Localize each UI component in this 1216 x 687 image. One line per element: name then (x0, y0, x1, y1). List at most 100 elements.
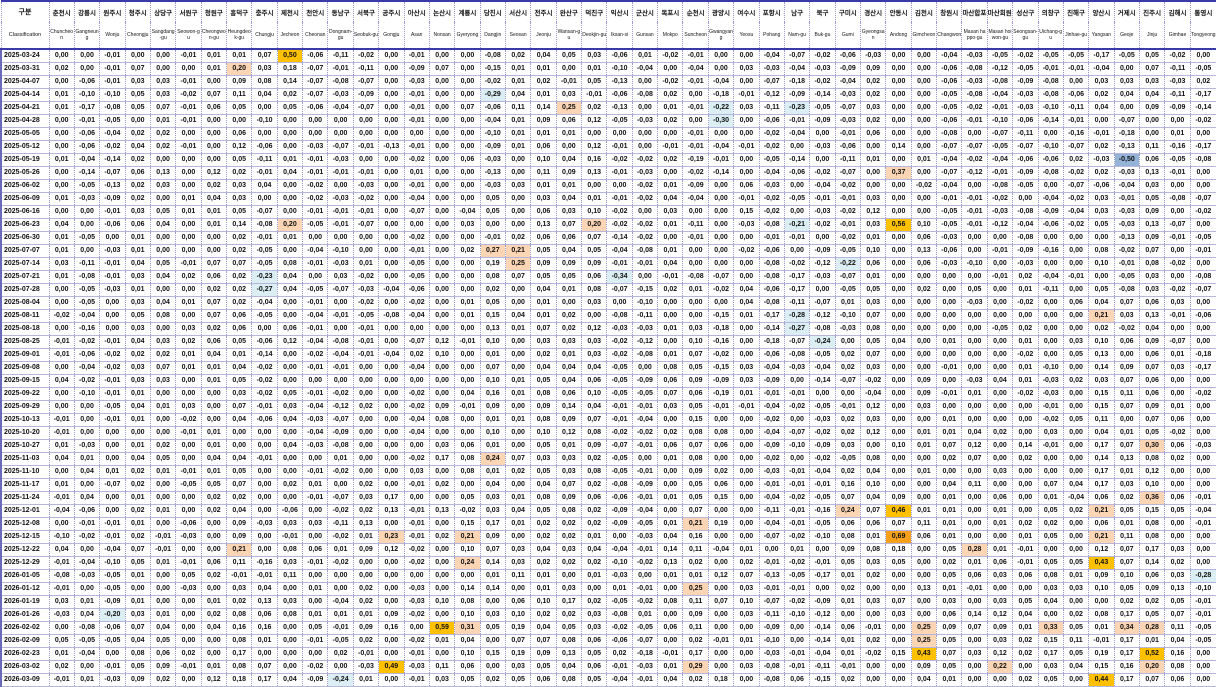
value-cell[interactable]: 0,02 (581, 595, 607, 609)
value-cell[interactable]: 0,02 (530, 556, 557, 570)
value-cell[interactable]: -0,07 (783, 426, 810, 440)
value-cell[interactable]: -0,02 (403, 452, 430, 466)
value-cell[interactable]: 0,00 (302, 270, 328, 284)
value-cell[interactable]: 0,01 (99, 465, 126, 479)
value-cell[interactable]: -0,02 (783, 491, 810, 505)
value-cell[interactable]: 0,05 (1062, 348, 1089, 362)
value-cell[interactable]: 0,00 (428, 543, 455, 557)
value-cell[interactable]: 0,17 (1113, 673, 1140, 687)
value-cell[interactable]: -0,01 (733, 192, 760, 206)
value-cell[interactable]: 0,00 (99, 647, 126, 661)
value-cell[interactable]: 0,00 (378, 127, 405, 141)
value-cell[interactable]: -0,02 (606, 621, 633, 635)
value-cell[interactable]: 0,14 (479, 556, 506, 570)
value-cell[interactable]: -0,19 (707, 387, 734, 401)
row-date-cell[interactable]: 2025-08-04 (0, 296, 49, 310)
value-cell[interactable]: 0,00 (885, 582, 912, 596)
value-cell[interactable]: 0,15 (1037, 634, 1064, 648)
value-cell[interactable]: -0,05 (606, 114, 633, 128)
value-cell[interactable]: 0,00 (479, 660, 506, 674)
value-cell[interactable]: -0,04 (809, 179, 836, 193)
value-cell[interactable]: 0,12 (707, 569, 734, 583)
value-cell[interactable]: 0,17 (1088, 465, 1115, 479)
value-cell[interactable]: -0,01 (302, 634, 328, 648)
value-cell[interactable]: 0,00 (504, 478, 531, 492)
value-cell[interactable]: 0,11 (682, 621, 709, 635)
value-cell[interactable]: 0,00 (175, 491, 202, 505)
value-cell[interactable]: 0,02 (1138, 595, 1165, 609)
value-cell[interactable]: -0,07 (834, 270, 861, 284)
value-cell[interactable]: 0,00 (986, 231, 1013, 245)
row-date-cell[interactable]: 2025-12-08 (0, 517, 49, 531)
value-cell[interactable]: -0,08 (1113, 283, 1140, 297)
value-cell[interactable]: 0,04 (124, 634, 151, 648)
value-cell[interactable]: 0,17 (226, 647, 252, 661)
value-cell[interactable]: -0,03 (834, 322, 861, 336)
value-cell[interactable]: -0,02 (1012, 387, 1039, 401)
value-cell[interactable]: 0,11 (226, 88, 252, 102)
column-header-ko[interactable]: 군산시 (631, 0, 658, 22)
value-cell[interactable]: 0,03 (986, 634, 1013, 648)
value-cell[interactable]: 0,00 (606, 530, 633, 544)
value-cell[interactable]: 0,16 (1164, 647, 1191, 661)
value-cell[interactable]: -0,05 (175, 478, 202, 492)
value-cell[interactable]: 0,01 (1088, 621, 1115, 635)
value-cell[interactable]: 0,16 (682, 530, 709, 544)
value-cell[interactable]: 0,00 (733, 257, 760, 271)
value-cell[interactable]: 0,05 (479, 296, 506, 310)
value-cell[interactable]: 0,05 (479, 621, 506, 635)
value-cell[interactable]: 0,09 (1088, 569, 1115, 583)
value-cell[interactable]: 0,07 (859, 348, 886, 362)
value-cell[interactable]: 0,05 (1062, 413, 1089, 427)
value-cell[interactable]: 0,00 (378, 244, 405, 258)
value-cell[interactable]: 0,00 (48, 296, 75, 310)
value-cell[interactable]: -0,13 (606, 101, 633, 115)
value-cell[interactable]: 0,00 (73, 244, 100, 258)
value-cell[interactable]: 0,06 (707, 439, 734, 453)
value-cell[interactable]: -0,05 (1037, 49, 1064, 63)
value-cell[interactable]: -0,02 (631, 231, 658, 245)
value-cell[interactable]: 0,00 (1164, 114, 1191, 128)
value-cell[interactable]: -0,06 (403, 283, 430, 297)
value-cell[interactable]: -0,07 (986, 127, 1013, 141)
value-cell[interactable]: 0,00 (631, 140, 658, 154)
value-cell[interactable]: 0,08 (1088, 244, 1115, 258)
value-cell[interactable]: 0,03 (859, 101, 886, 115)
column-header-en[interactable]: Jeonju (530, 22, 557, 50)
value-cell[interactable]: 0,05 (859, 283, 886, 297)
value-cell[interactable]: -0,08 (378, 309, 405, 323)
value-cell[interactable]: 0,05 (124, 556, 151, 570)
value-cell[interactable]: 0,04 (454, 387, 481, 401)
value-cell[interactable]: 0,05 (530, 504, 557, 518)
value-cell[interactable]: 0,00 (809, 153, 836, 167)
value-cell[interactable]: 0,05 (1037, 556, 1064, 570)
value-cell[interactable]: 0,07 (226, 257, 252, 271)
value-cell[interactable]: 0,16 (251, 621, 278, 635)
value-cell[interactable]: -0,08 (606, 608, 633, 622)
value-cell[interactable]: 0,02 (352, 400, 379, 414)
value-cell[interactable]: -0,17 (1088, 49, 1115, 63)
value-cell[interactable]: 0,00 (428, 127, 455, 141)
value-cell[interactable]: 0,04 (581, 400, 607, 414)
value-cell[interactable]: -0,01 (758, 582, 785, 596)
value-cell[interactable]: 0,01 (733, 634, 760, 648)
value-cell[interactable]: -0,04 (403, 426, 430, 440)
value-cell[interactable]: 0,00 (1189, 166, 1216, 180)
value-cell[interactable]: 0,00 (378, 296, 405, 310)
value-cell[interactable]: 0,02 (428, 530, 455, 544)
value-cell[interactable]: 0,04 (581, 361, 607, 375)
value-cell[interactable]: -0,03 (327, 192, 354, 206)
value-cell[interactable]: -0,03 (73, 569, 100, 583)
value-cell[interactable]: 0,03 (581, 621, 607, 635)
value-cell[interactable]: -0,11 (682, 218, 709, 232)
value-cell[interactable]: -0,03 (1037, 387, 1064, 401)
value-cell[interactable]: 0,06 (581, 660, 607, 674)
value-cell[interactable]: -0,08 (327, 335, 354, 349)
value-cell[interactable]: -0,04 (631, 62, 658, 76)
value-cell[interactable]: 0,01 (530, 309, 557, 323)
value-cell[interactable]: 0,09 (378, 608, 405, 622)
value-cell[interactable]: 0,05 (149, 634, 176, 648)
value-cell[interactable]: -0,28 (783, 309, 810, 323)
value-cell[interactable]: 0,00 (1164, 530, 1191, 544)
value-cell[interactable]: -0,13 (99, 179, 126, 193)
